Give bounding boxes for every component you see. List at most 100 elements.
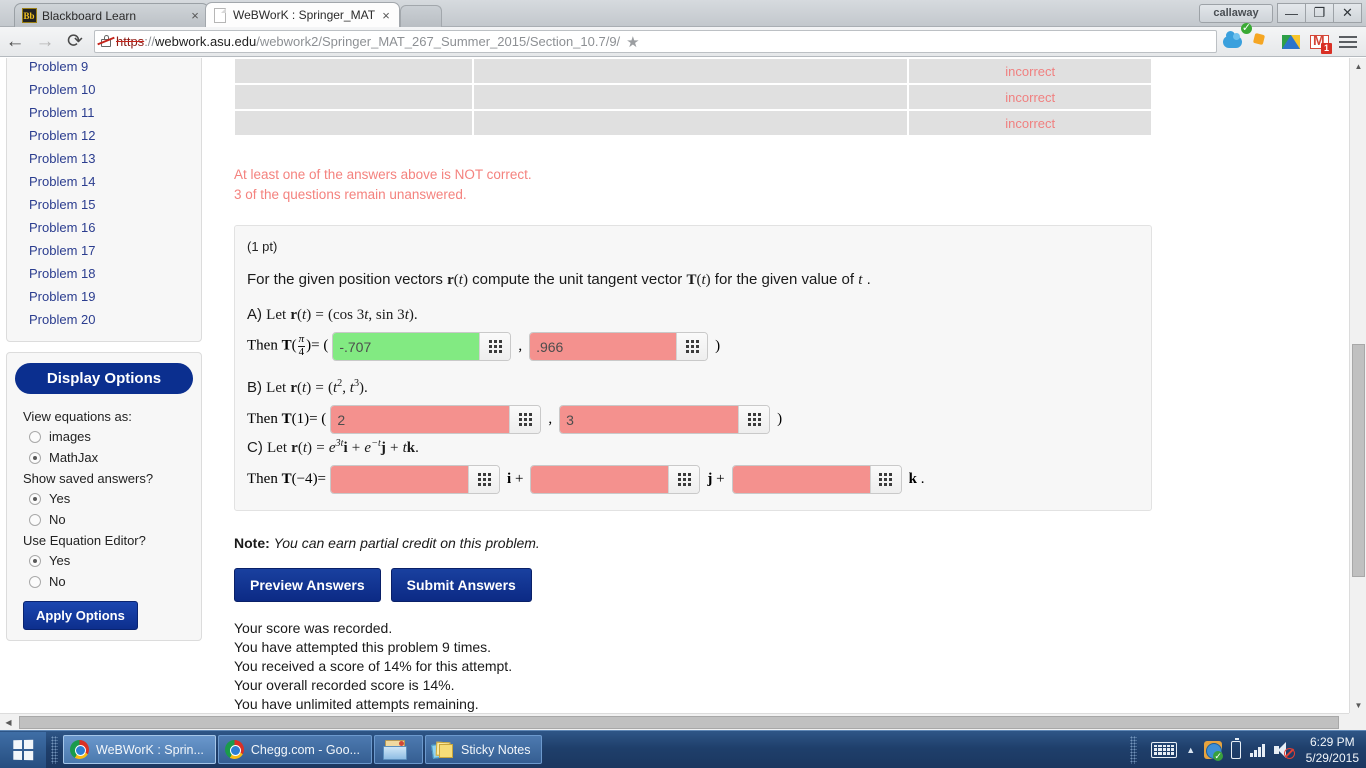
tab-close-icon[interactable]: × (379, 8, 393, 23)
preview-answers-button[interactable]: Preview Answers (234, 568, 381, 602)
battery-icon[interactable] (1231, 738, 1242, 759)
radio-indicator[interactable] (29, 513, 41, 526)
new-tab-button[interactable] (400, 5, 442, 27)
network-icon[interactable] (1204, 740, 1224, 761)
restore-button[interactable]: ❐ (1305, 3, 1334, 23)
sidebar-item-problem-12[interactable]: Problem 12 (7, 124, 201, 147)
taskbar-item-webwork[interactable]: WeBWorK : Sprin... (63, 735, 216, 764)
equation-editor-keypad-icon[interactable] (738, 406, 770, 433)
sidebar-item-problem-14[interactable]: Problem 14 (7, 170, 201, 193)
part-c-field-2[interactable] (530, 465, 701, 494)
sidebar-item-problem-18[interactable]: Problem 18 (7, 262, 201, 285)
radio-indicator[interactable] (29, 492, 41, 505)
answer-input-b1[interactable] (331, 406, 510, 433)
part-a-answer-row: Then T(π4)= ( , (247, 332, 1139, 361)
chrome-menu-icon[interactable] (1339, 35, 1357, 48)
horizontal-scrollbar-thumb[interactable] (19, 716, 1339, 729)
sidebar-item-problem-11[interactable]: Problem 11 (7, 101, 201, 124)
equation-editor-keypad-icon[interactable] (668, 466, 700, 493)
sidebar-item-problem-16[interactable]: Problem 16 (7, 216, 201, 239)
equation-editor-keypad-icon[interactable] (468, 466, 500, 493)
onedrive-icon[interactable] (1223, 30, 1243, 52)
user-profile-button[interactable]: callaway (1199, 3, 1273, 23)
sidebar-item-problem-20[interactable]: Problem 20 (7, 308, 201, 331)
bookmark-star-icon[interactable]: ★ (626, 33, 639, 51)
tab-webwork[interactable]: WeBWorK : Springer_MAT × (205, 2, 400, 27)
part-c-field-3[interactable] (731, 465, 902, 494)
part-c-eval-point: −4 (296, 471, 313, 487)
part-a-field-1[interactable] (332, 332, 512, 361)
taskbar-item-sticky-notes[interactable]: Sticky Notes (424, 735, 543, 764)
tab-title: WeBWorK : Springer_MAT (233, 8, 376, 22)
equation-editor-keypad-icon[interactable] (509, 406, 541, 433)
radio-indicator[interactable] (29, 430, 41, 443)
radio-show-saved-no[interactable]: No (7, 509, 201, 530)
radio-view-mathjax[interactable]: MathJax (7, 447, 201, 468)
radio-indicator[interactable] (29, 554, 41, 567)
sidebar-item-problem-9[interactable]: Problem 9 (7, 58, 201, 78)
tab-blackboard-learn[interactable]: Bb Blackboard Learn × (14, 3, 209, 27)
vertical-scrollbar[interactable]: ▲ ▼ (1349, 58, 1366, 714)
display-options-panel: Display Options View equations as: image… (6, 352, 202, 641)
submit-answers-button[interactable]: Submit Answers (390, 568, 532, 602)
show-hidden-icons-button[interactable]: ▲ (1186, 745, 1195, 755)
volume-muted-icon[interactable] (1273, 741, 1295, 759)
part-a-field-2[interactable] (529, 332, 709, 361)
scroll-up-arrow-icon[interactable]: ▲ (1350, 58, 1366, 75)
radio-equation-editor-no[interactable]: No (7, 571, 201, 592)
radio-indicator[interactable] (29, 575, 41, 588)
equation-editor-keypad-icon[interactable] (676, 333, 708, 360)
horizontal-scrollbar[interactable]: ◀ (0, 713, 1349, 730)
answer-input-c1[interactable] (331, 466, 469, 493)
answer-input-b2[interactable] (560, 406, 739, 433)
radio-label: MathJax (49, 450, 99, 465)
tray-grip[interactable] (1130, 735, 1138, 764)
scroll-down-arrow-icon[interactable]: ▼ (1350, 697, 1366, 714)
sidebar-item-problem-13[interactable]: Problem 13 (7, 147, 201, 170)
reload-button[interactable]: ⟳ (60, 28, 90, 56)
part-c-field-1[interactable] (330, 465, 501, 494)
scroll-left-arrow-icon[interactable]: ◀ (0, 714, 17, 731)
sidebar-item-problem-15[interactable]: Problem 15 (7, 193, 201, 216)
answer-input-a2[interactable] (530, 333, 677, 360)
back-button[interactable]: ← (0, 28, 30, 56)
sidebar-item-problem-17[interactable]: Problem 17 (7, 239, 201, 262)
table-row: incorrect (234, 58, 1152, 84)
signal-icon[interactable] (1250, 742, 1265, 757)
tab-close-icon[interactable]: × (188, 8, 202, 23)
keyboard-icon[interactable] (1151, 741, 1178, 758)
answer-input-c2[interactable] (531, 466, 669, 493)
gmail-icon[interactable]: 1 (1310, 32, 1332, 54)
part-b-field-1[interactable] (330, 405, 542, 434)
problem-list: Problem 9 Problem 10 Problem 11 Problem … (6, 58, 202, 342)
sidebar-item-problem-19[interactable]: Problem 19 (7, 285, 201, 308)
taskbar-grip[interactable] (51, 735, 58, 764)
equation-editor-keypad-icon[interactable] (479, 333, 511, 360)
sidebar-item-problem-10[interactable]: Problem 10 (7, 78, 201, 101)
apply-options-button[interactable]: Apply Options (23, 601, 138, 630)
windows-taskbar: WeBWorK : Sprin... Chegg.com - Goo... St… (0, 730, 1366, 768)
close-window-button[interactable]: ✕ (1333, 3, 1362, 23)
forward-button[interactable]: → (30, 28, 60, 56)
taskbar-item-label: Chegg.com - Goo... (250, 742, 360, 757)
answer-input-a1[interactable] (333, 333, 480, 360)
taskbar-item-file-explorer[interactable] (373, 735, 423, 764)
answer-input-c3[interactable] (732, 466, 870, 493)
minimize-button[interactable]: — (1277, 3, 1306, 23)
gmail-badge: 1 (1321, 42, 1332, 54)
vertical-scrollbar-thumb[interactable] (1352, 344, 1365, 577)
radio-show-saved-yes[interactable]: Yes (7, 488, 201, 509)
start-button[interactable] (0, 731, 46, 768)
taskbar-item-chegg[interactable]: Chegg.com - Goo... (217, 735, 372, 764)
address-bar[interactable]: https://webwork.asu.edu/webwork2/Springe… (94, 30, 1217, 53)
clock[interactable]: 6:29 PM 5/29/2015 (1303, 734, 1359, 766)
radio-view-images[interactable]: images (7, 426, 201, 447)
google-drive-icon[interactable] (1281, 32, 1301, 52)
equation-editor-keypad-icon[interactable] (869, 466, 901, 493)
adblock-check-icon[interactable] (1252, 32, 1272, 52)
radio-indicator[interactable] (29, 451, 41, 464)
radio-equation-editor-yes[interactable]: Yes (7, 550, 201, 571)
part-b-field-2[interactable] (559, 405, 771, 434)
broken-https-lock-icon[interactable] (97, 34, 115, 49)
table-row: incorrect (234, 110, 1152, 136)
